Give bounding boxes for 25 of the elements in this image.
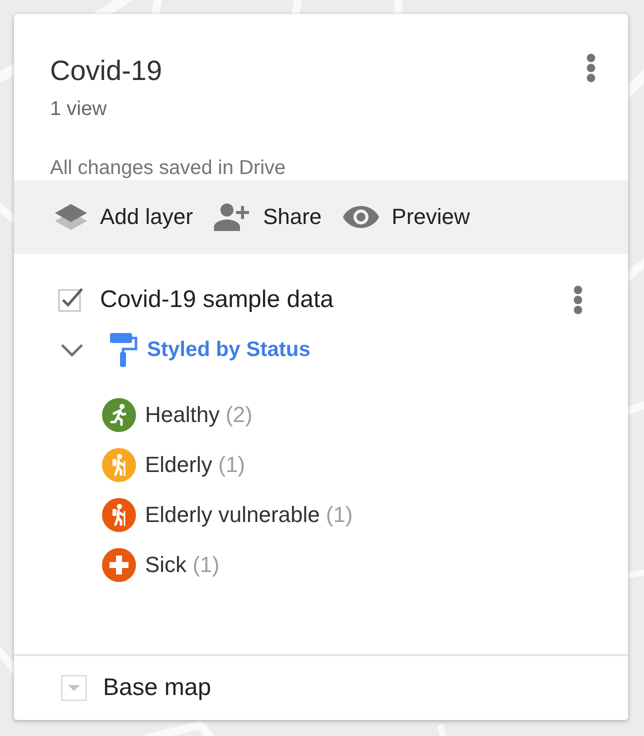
- base-map-label[interactable]: Base map: [103, 674, 212, 702]
- paint-roller-icon: [108, 333, 138, 367]
- layers-icon: [54, 203, 88, 231]
- save-status: All changes saved in Drive: [50, 156, 287, 181]
- more-options-icon[interactable]: [573, 285, 583, 315]
- toolbar-button[interactable]: Preview: [342, 197, 470, 237]
- add-person-icon: [212, 203, 251, 231]
- view-count: 1 view: [50, 97, 108, 122]
- checkbox[interactable]: [58, 287, 84, 313]
- legend-count: (1): [192, 552, 220, 578]
- legend-count: (1): [326, 502, 353, 528]
- map-title[interactable]: Covid-19: [50, 54, 162, 88]
- legend-count: (1): [218, 452, 246, 478]
- toolbar-button[interactable]: Share: [212, 197, 322, 237]
- legend-count: (2): [226, 402, 252, 428]
- style-link[interactable]: Styled by Status: [147, 338, 310, 362]
- chevron-icon[interactable]: [60, 343, 84, 357]
- more-options-icon[interactable]: [586, 53, 596, 83]
- layer-name[interactable]: Covid-19 sample data: [100, 286, 334, 314]
- eye-icon: [342, 205, 380, 229]
- legend-label: Healthy: [145, 402, 220, 428]
- legend-label: Elderly: [145, 452, 212, 478]
- legend-label: Elderly vulnerable: [145, 502, 320, 528]
- toolbar-button[interactable]: Add layer: [54, 197, 193, 237]
- legend-label: Sick: [145, 552, 187, 578]
